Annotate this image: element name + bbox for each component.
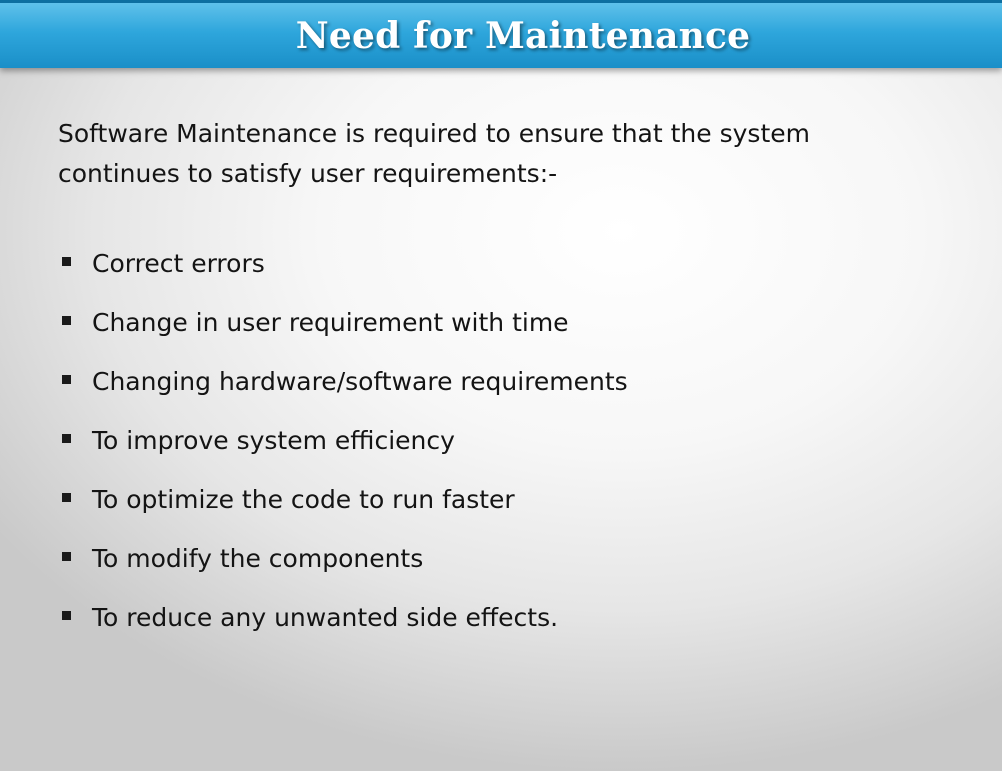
square-bullet-icon xyxy=(62,493,71,502)
bullet-text: To modify the components xyxy=(92,544,424,573)
title-bar: Need for Maintenance xyxy=(0,0,1002,68)
slide: Need for Maintenance Software Maintenanc… xyxy=(0,0,1002,771)
square-bullet-icon xyxy=(62,375,71,384)
square-bullet-icon xyxy=(62,552,71,561)
list-item: To optimize the code to run faster xyxy=(58,480,938,539)
intro-paragraph: Software Maintenance is required to ensu… xyxy=(58,119,810,188)
bullet-text: Change in user requirement with time xyxy=(92,308,569,337)
square-bullet-icon xyxy=(62,611,71,620)
bullet-text: Correct errors xyxy=(92,249,265,278)
list-item: Changing hardware/software requirements xyxy=(58,362,938,421)
list-item: To reduce any unwanted side effects. xyxy=(58,598,938,657)
bullet-text: To optimize the code to run faster xyxy=(92,485,515,514)
bullet-text: To improve system efficiency xyxy=(92,426,455,455)
bullet-list: Correct errors Change in user requiremen… xyxy=(58,244,938,657)
list-item: Change in user requirement with time xyxy=(58,303,938,362)
slide-title: Need for Maintenance xyxy=(295,15,751,57)
square-bullet-icon xyxy=(62,434,71,443)
square-bullet-icon xyxy=(62,316,71,325)
list-item: Correct errors xyxy=(58,244,938,303)
list-item: To improve system efficiency xyxy=(58,421,938,480)
bullet-text: To reduce any unwanted side effects. xyxy=(92,603,559,632)
square-bullet-icon xyxy=(62,257,71,266)
list-item: To modify the components xyxy=(58,539,938,598)
bullet-text: Changing hardware/software requirements xyxy=(92,367,628,396)
